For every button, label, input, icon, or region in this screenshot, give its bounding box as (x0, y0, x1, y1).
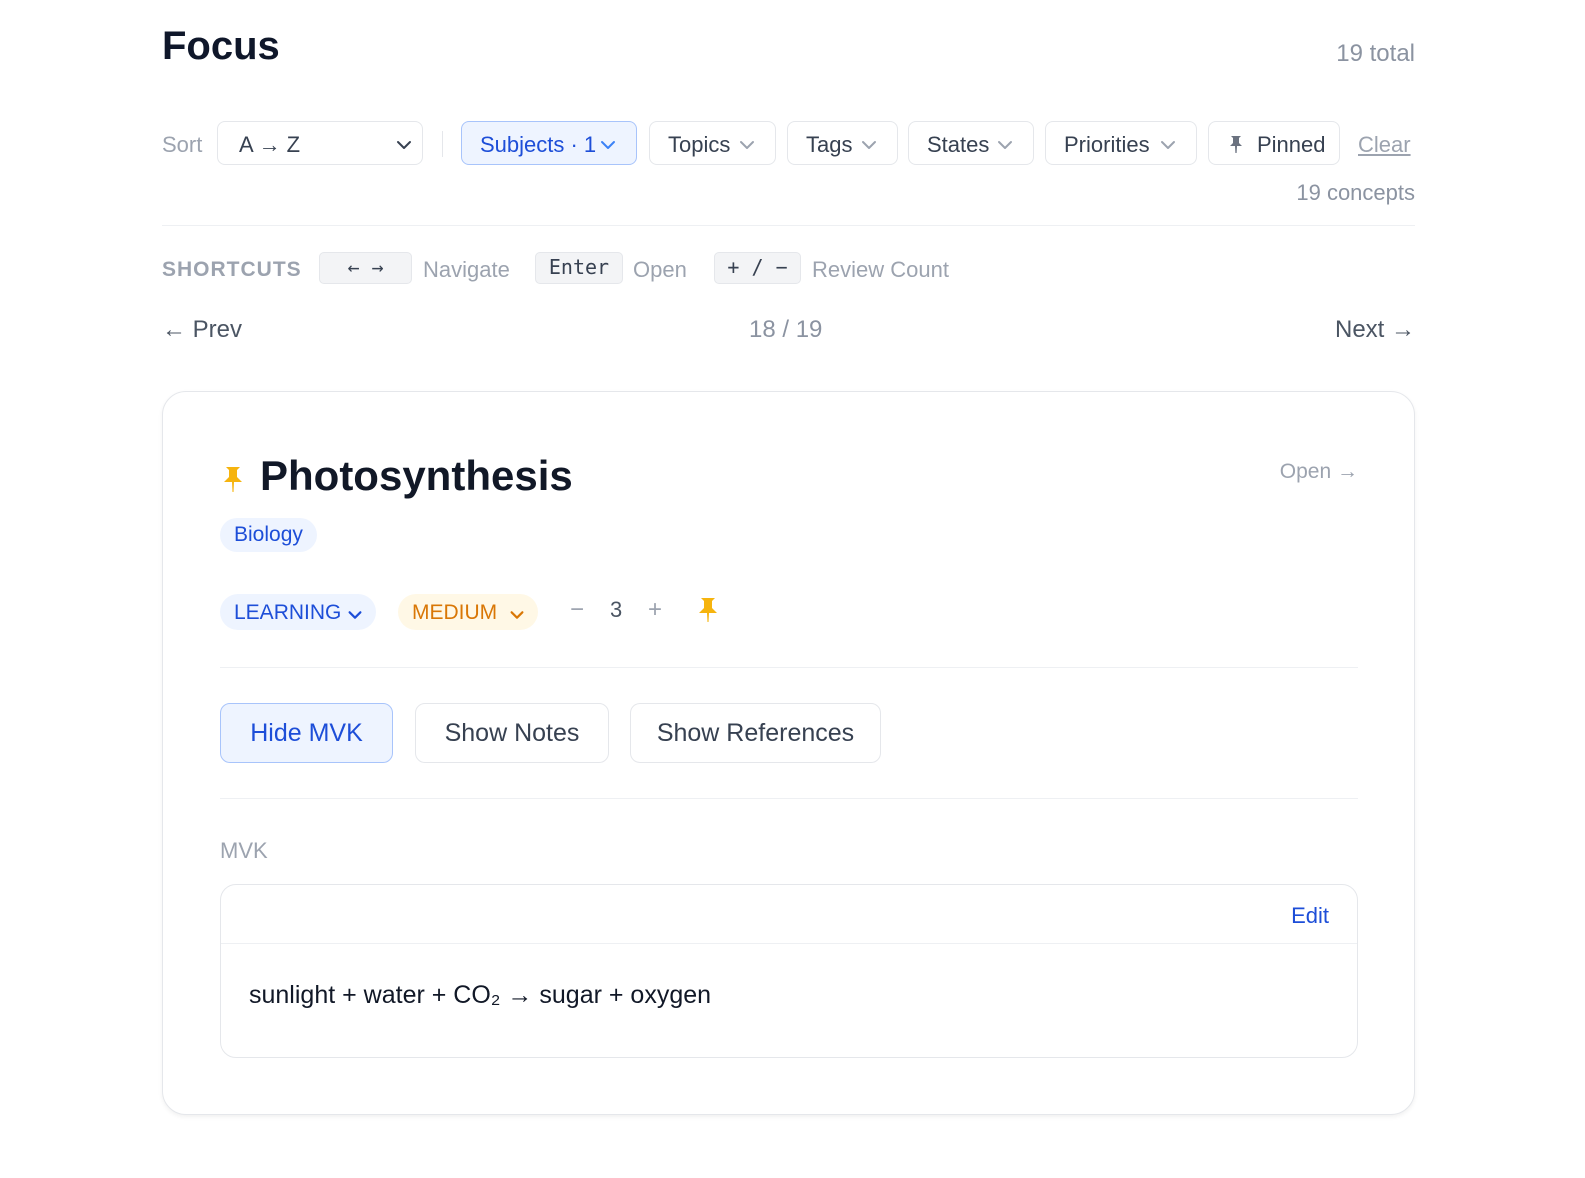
clear-filters-link[interactable]: Clear (1358, 132, 1411, 158)
tags-filter[interactable]: Tags (787, 121, 898, 165)
concept-title: Photosynthesis (260, 452, 573, 499)
shortcuts-title: SHORTCUTS (162, 258, 302, 281)
divider (221, 943, 1357, 944)
chevron-down-icon (348, 611, 362, 619)
divider (442, 131, 443, 157)
filter-bar: Sort A → Z Subjects · 1 Topics Tags Stat… (162, 121, 1415, 167)
subjects-filter[interactable]: Subjects · 1 (461, 121, 637, 165)
state-dropdown[interactable]: LEARNING (220, 594, 376, 630)
chevron-down-icon (1161, 141, 1175, 149)
priorities-filter-label: Priorities (1064, 132, 1150, 157)
mvk-text: sunlight + water + CO₂ → sugar + oxygen (249, 981, 712, 1009)
sort-label: Sort (162, 132, 203, 157)
concept-card: Photosynthesis Open → Biology LEARNING M… (162, 391, 1415, 1115)
pinned-filter[interactable]: Pinned (1208, 121, 1340, 165)
pin-toggle-icon[interactable] (696, 596, 720, 624)
chevron-down-icon (998, 141, 1012, 149)
divider (220, 798, 1358, 799)
shortcut-label-open: Open (633, 257, 687, 282)
chevron-down-icon (601, 141, 615, 149)
review-count: 3 (610, 597, 623, 622)
toggle-mvk-button[interactable]: Hide MVK (220, 703, 393, 763)
tags-filter-label: Tags (806, 132, 853, 157)
chevron-down-icon (510, 611, 524, 619)
topics-filter[interactable]: Topics (649, 121, 776, 165)
mvk-panel: Edit sunlight + water + CO₂ → sugar + ox… (220, 884, 1358, 1058)
sort-value: A → Z (239, 132, 301, 157)
review-decrement-button[interactable]: − (570, 596, 584, 624)
next-button[interactable]: Next → (1335, 316, 1415, 344)
shortcut-key-review: + / − (714, 252, 801, 284)
open-concept-link[interactable]: Open → (1280, 460, 1358, 484)
page-title: Focus (162, 24, 280, 68)
chevron-down-icon (397, 141, 411, 149)
divider (162, 225, 1415, 226)
shortcuts-bar: SHORTCUTS ← → Navigate Enter Open + / − … (162, 252, 1415, 286)
divider (220, 667, 1358, 668)
chevron-down-icon (862, 141, 876, 149)
pin-icon (1230, 136, 1242, 153)
state-value: LEARNING (234, 601, 342, 624)
topics-filter-label: Topics (668, 132, 731, 157)
states-filter[interactable]: States (908, 121, 1034, 165)
mvk-section-label: MVK (220, 838, 268, 863)
pin-icon (224, 467, 242, 492)
show-notes-button[interactable]: Show Notes (415, 703, 609, 763)
subject-badge: Biology (220, 518, 317, 552)
show-references-button[interactable]: Show References (630, 703, 881, 763)
states-filter-label: States (927, 132, 990, 157)
shortcut-label-review: Review Count (812, 257, 949, 282)
pager: ← Prev 18 / 19 Next → (162, 316, 1415, 348)
concepts-count: 19 concepts (1296, 180, 1415, 205)
priority-dropdown[interactable]: MEDIUM (398, 594, 538, 630)
shortcut-key-open: Enter (535, 252, 623, 284)
shortcut-key-navigate: ← → (319, 252, 412, 284)
shortcut-label-navigate: Navigate (423, 257, 510, 282)
priorities-filter[interactable]: Priorities (1045, 121, 1197, 165)
sort-select[interactable]: A → Z (217, 121, 423, 165)
pinned-filter-label: Pinned (1257, 132, 1326, 157)
subjects-filter-label: Subjects · 1 (480, 132, 597, 157)
priority-value: MEDIUM (412, 601, 498, 624)
review-increment-button[interactable]: + (648, 596, 662, 624)
total-count: 19 total (1336, 40, 1415, 67)
pager-position: 18 / 19 (749, 316, 823, 343)
prev-button[interactable]: ← Prev (162, 316, 242, 344)
edit-mvk-button[interactable]: Edit (1291, 903, 1329, 929)
chevron-down-icon (740, 141, 754, 149)
